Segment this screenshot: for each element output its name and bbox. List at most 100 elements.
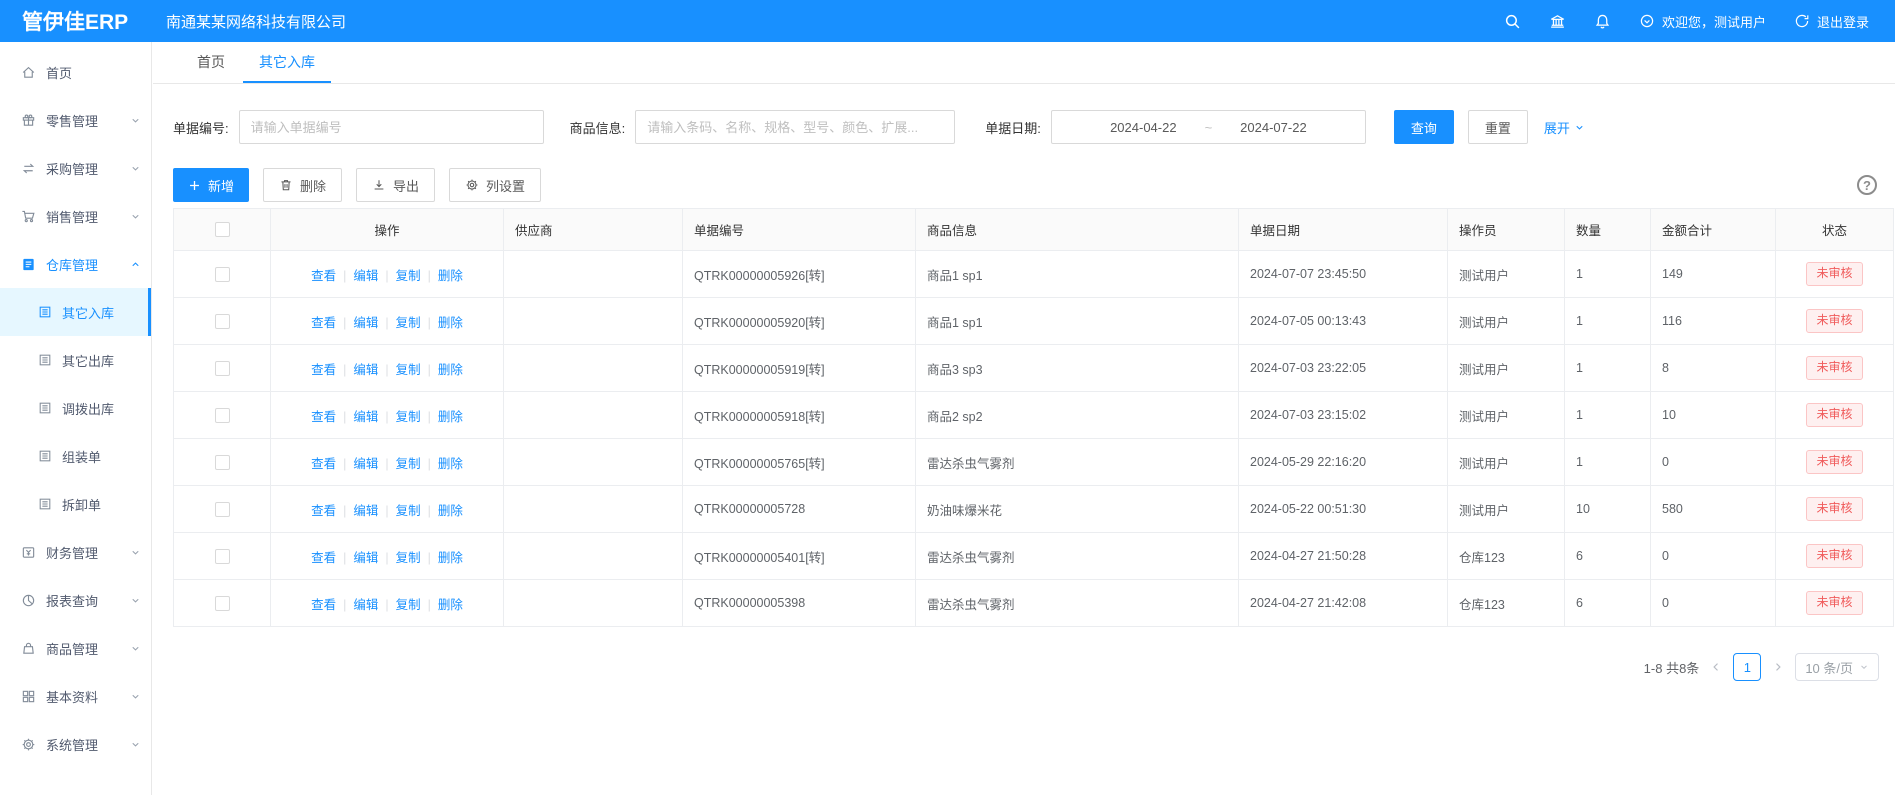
copy-link[interactable]: 复制 — [396, 504, 421, 518]
brand-logo[interactable]: 管伊佳ERP — [0, 6, 152, 36]
delete-button[interactable]: 删除 — [263, 168, 342, 202]
column-settings-button[interactable]: 列设置 — [449, 168, 541, 202]
edit-link[interactable]: 编辑 — [353, 316, 378, 330]
sidebar-item-purchase[interactable]: 采购管理 — [0, 144, 151, 192]
sidebar-item-label: 组装单 — [62, 447, 101, 466]
row-checkbox[interactable] — [215, 596, 230, 611]
table-row: 查看|编辑|复制|删除 QTRK00000005926[转] 商品1 sp1 2… — [174, 251, 1894, 298]
sidebar-item-finance[interactable]: 财务管理 — [0, 528, 151, 576]
sidebar-item-label: 其它出库 — [62, 351, 114, 370]
sidebar-item-assembly[interactable]: 组装单 — [0, 432, 151, 480]
row-checkbox[interactable] — [215, 549, 230, 564]
gear-icon — [21, 737, 36, 752]
status-badge: 未审核 — [1806, 450, 1862, 474]
delete-link[interactable]: 删除 — [438, 551, 463, 565]
welcome-user[interactable]: 欢迎您，测试用户 — [1639, 12, 1766, 31]
date-end[interactable]: 2024-07-22 — [1240, 120, 1307, 135]
row-checkbox[interactable] — [215, 408, 230, 423]
expand-link[interactable]: 展开 — [1544, 118, 1585, 137]
status-badge: 未审核 — [1806, 544, 1862, 568]
chevron-left-icon[interactable] — [1710, 661, 1722, 673]
action-separator: | — [343, 316, 346, 330]
sidebar-item-other-outbound[interactable]: 其它出库 — [0, 336, 151, 384]
question-icon[interactable] — [1857, 175, 1877, 195]
delete-link[interactable]: 删除 — [438, 316, 463, 330]
sidebar-item-system[interactable]: 系统管理 — [0, 720, 151, 768]
sidebar-item-reports[interactable]: 报表查询 — [0, 576, 151, 624]
chevron-right-icon[interactable] — [1772, 661, 1784, 673]
sidebar-item-warehouse[interactable]: 仓库管理 — [0, 240, 151, 288]
delete-link[interactable]: 删除 — [438, 598, 463, 612]
edit-link[interactable]: 编辑 — [353, 410, 378, 424]
search-button[interactable]: 查询 — [1394, 110, 1454, 144]
copy-link[interactable]: 复制 — [396, 551, 421, 565]
view-link[interactable]: 查看 — [311, 269, 336, 283]
action-separator: | — [428, 598, 431, 612]
bell-icon[interactable] — [1594, 13, 1611, 30]
copy-link[interactable]: 复制 — [396, 316, 421, 330]
cart-icon — [21, 209, 36, 224]
copy-link[interactable]: 复制 — [396, 269, 421, 283]
row-checkbox[interactable] — [215, 267, 230, 282]
pagination-total: 1-8 共8条 — [1644, 658, 1700, 677]
copy-link[interactable]: 复制 — [396, 363, 421, 377]
row-checkbox[interactable] — [215, 455, 230, 470]
delete-link[interactable]: 删除 — [438, 410, 463, 424]
product-info-input[interactable] — [635, 110, 955, 144]
view-link[interactable]: 查看 — [311, 457, 336, 471]
edit-link[interactable]: 编辑 — [353, 551, 378, 565]
sidebar-item-goods[interactable]: 商品管理 — [0, 624, 151, 672]
tab-home[interactable]: 首页 — [181, 42, 241, 83]
row-actions: 查看|编辑|复制|删除 — [271, 251, 504, 298]
view-link[interactable]: 查看 — [311, 316, 336, 330]
delete-link[interactable]: 删除 — [438, 269, 463, 283]
search-icon[interactable] — [1504, 13, 1521, 30]
reset-button[interactable]: 重置 — [1468, 110, 1528, 144]
sidebar-item-transfer-outbound[interactable]: 调拨出库 — [0, 384, 151, 432]
add-label: 新增 — [208, 176, 234, 195]
edit-link[interactable]: 编辑 — [353, 457, 378, 471]
sidebar-item-label: 基本资料 — [46, 687, 98, 706]
plus-icon — [188, 179, 201, 192]
chevron-down-icon — [130, 595, 141, 606]
date-range-picker[interactable]: 2024-04-22 ~ 2024-07-22 — [1051, 110, 1366, 144]
delete-link[interactable]: 删除 — [438, 363, 463, 377]
col-status: 状态 — [1776, 209, 1894, 251]
sidebar-item-home[interactable]: 首页 — [0, 48, 151, 96]
bank-icon[interactable] — [1549, 13, 1566, 30]
sidebar-item-retail[interactable]: 零售管理 — [0, 96, 151, 144]
sidebar-item-basic-data[interactable]: 基本资料 — [0, 672, 151, 720]
chevron-down-icon — [130, 643, 141, 654]
select-all-checkbox[interactable] — [215, 222, 230, 237]
row-checkbox[interactable] — [215, 502, 230, 517]
add-button[interactable]: 新增 — [173, 168, 249, 202]
edit-link[interactable]: 编辑 — [353, 504, 378, 518]
action-separator: | — [428, 363, 431, 377]
edit-link[interactable]: 编辑 — [353, 363, 378, 377]
view-link[interactable]: 查看 — [311, 363, 336, 377]
sidebar-item-disassembly[interactable]: 拆卸单 — [0, 480, 151, 528]
view-link[interactable]: 查看 — [311, 504, 336, 518]
sidebar-item-sales[interactable]: 销售管理 — [0, 192, 151, 240]
view-link[interactable]: 查看 — [311, 598, 336, 612]
view-link[interactable]: 查看 — [311, 410, 336, 424]
copy-link[interactable]: 复制 — [396, 457, 421, 471]
page-size-select[interactable]: 10 条/页 — [1795, 653, 1879, 681]
logout-button[interactable]: 退出登录 — [1794, 12, 1869, 31]
gear-icon — [465, 178, 479, 192]
edit-link[interactable]: 编辑 — [353, 269, 378, 283]
copy-link[interactable]: 复制 — [396, 598, 421, 612]
bill-no-input[interactable] — [239, 110, 544, 144]
export-button[interactable]: 导出 — [356, 168, 435, 202]
row-checkbox[interactable] — [215, 314, 230, 329]
page-1-button[interactable]: 1 — [1733, 653, 1761, 681]
delete-link[interactable]: 删除 — [438, 504, 463, 518]
sidebar-item-other-inbound[interactable]: 其它入库 — [0, 288, 151, 336]
date-start[interactable]: 2024-04-22 — [1110, 120, 1177, 135]
edit-link[interactable]: 编辑 — [353, 598, 378, 612]
view-link[interactable]: 查看 — [311, 551, 336, 565]
tab-other-inbound[interactable]: 其它入库 — [243, 42, 331, 83]
row-checkbox[interactable] — [215, 361, 230, 376]
copy-link[interactable]: 复制 — [396, 410, 421, 424]
delete-link[interactable]: 删除 — [438, 457, 463, 471]
